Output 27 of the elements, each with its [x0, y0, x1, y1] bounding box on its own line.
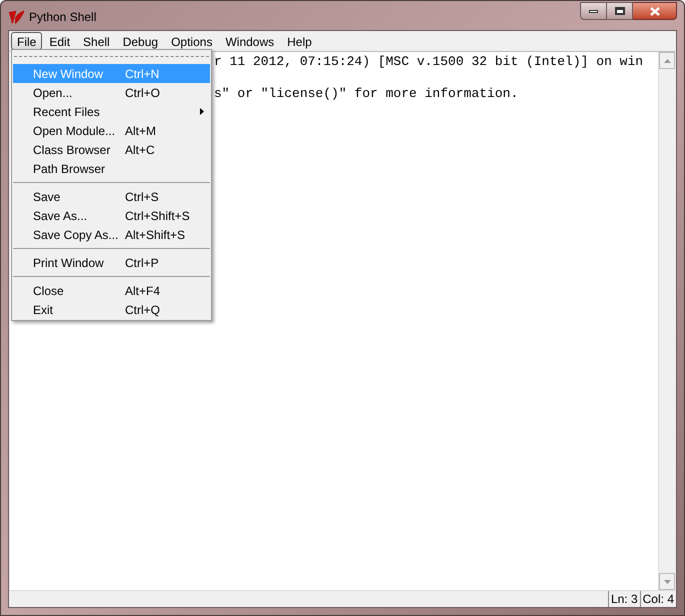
shortcut-label: Ctrl+N — [125, 66, 160, 82]
menu-entry-label: Recent Files — [33, 104, 101, 120]
menu-entry-label: Save — [33, 188, 62, 206]
status-field: Ln: 3 — [608, 591, 640, 607]
menu-entry-label: Save As... — [33, 208, 88, 224]
menu-entry-label: Path Browser — [33, 160, 106, 178]
shell-output-line: s" or "license()" for more information. — [214, 86, 520, 102]
menu-entry-label: Save Copy As... — [33, 226, 120, 244]
shortcut-label: Alt+C — [125, 142, 155, 158]
shortcut-label: Ctrl+O — [125, 84, 160, 102]
shell-output-line: r 11 2012, 07:15:24) [MSC v.1500 32 bit (Intel)] on win — [214, 54, 644, 70]
menu-entry-label: Open... — [33, 84, 74, 102]
shortcut-label: Ctrl+S — [125, 188, 159, 206]
menu-entry-label: Close — [33, 282, 65, 300]
menu-entry-label: Print Window — [33, 254, 105, 272]
shortcut-label: Ctrl+P — [125, 254, 159, 272]
menu-entry-label: Exit — [33, 302, 54, 318]
menu-entry-label: New Window — [33, 66, 104, 82]
shortcut-label: Ctrl+Shift+S — [125, 208, 190, 224]
shortcut-label: Ctrl+Q — [125, 302, 160, 318]
status-field: Col: 4 — [640, 591, 676, 607]
menu-entry-label: Open Module... — [33, 122, 116, 140]
shortcut-label: Alt+F4 — [125, 282, 160, 300]
shortcut-label: Alt+M — [125, 122, 156, 140]
window-title: Python Shell — [29, 9, 96, 26]
menu-entry-label: Class Browser — [33, 142, 112, 158]
shortcut-label: Alt+Shift+S — [125, 226, 186, 244]
